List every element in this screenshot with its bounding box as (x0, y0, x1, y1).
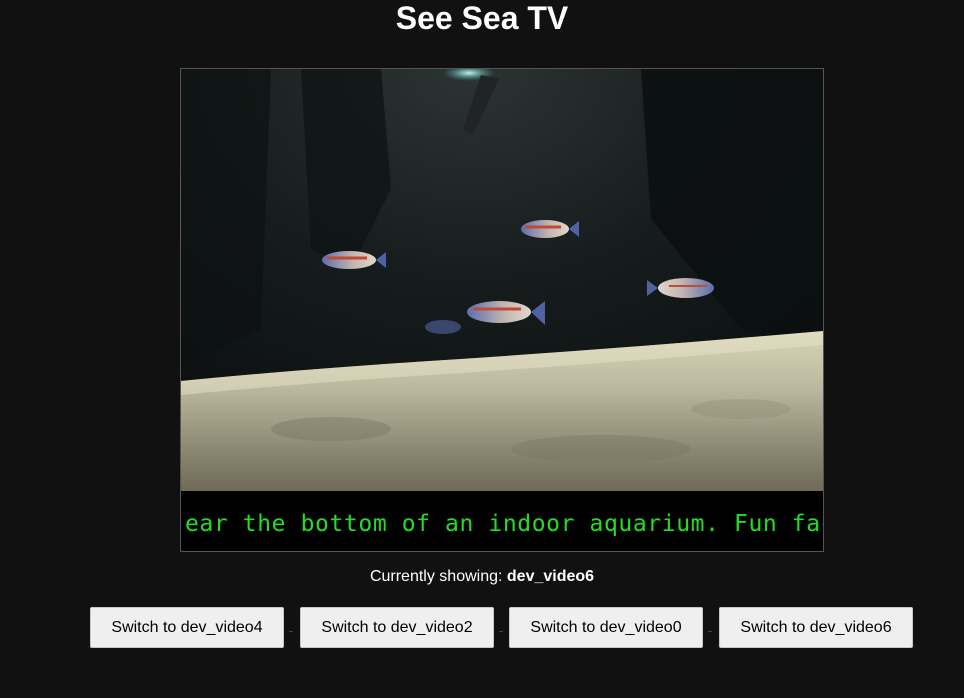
separator (289, 631, 293, 632)
switch-dev-video4-button[interactable]: Switch to dev_video4 (90, 607, 284, 648)
switch-dev-video2-button[interactable]: Switch to dev_video2 (300, 607, 494, 648)
status-label: Currently showing: (369, 568, 507, 585)
source-button-row: Switch to dev_video4 Switch to dev_video… (90, 607, 920, 649)
page-title: See Sea TV (395, 0, 569, 36)
current-source-name: dev_video6 (506, 568, 595, 585)
current-source-status: Currently showing: dev_video6 (0, 567, 964, 587)
switch-dev-video0-button[interactable]: Switch to dev_video0 (509, 607, 703, 648)
separator (499, 631, 503, 632)
switch-dev-video6-button[interactable]: Switch to dev_video6 (719, 607, 913, 648)
fish (425, 320, 461, 334)
caption-text: ear the bottom of an indoor aquarium. Fu… (185, 511, 823, 537)
separator (708, 631, 712, 632)
video-stream: ear the bottom of an indoor aquarium. Fu… (180, 68, 824, 552)
